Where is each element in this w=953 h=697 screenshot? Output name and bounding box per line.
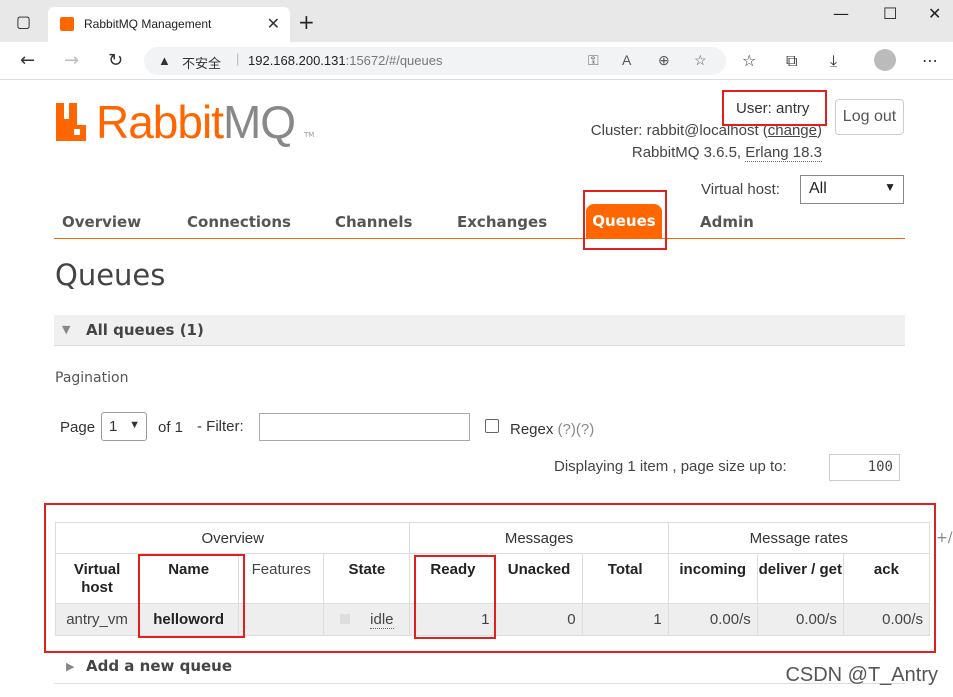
url-separator: | [236, 51, 240, 66]
url-text: 192.168.200.131:15672/#/queues [248, 53, 442, 68]
url-path: :15672/#/queues [345, 53, 443, 68]
watermark: CSDN @T_Antry [785, 664, 938, 686]
page-count: of 1 [158, 419, 184, 436]
tab-actions-icon[interactable]: ▢ [16, 12, 31, 31]
zoom-icon[interactable]: ⊕ [658, 52, 670, 69]
regex-help-link[interactable]: (?)(?) [558, 421, 595, 438]
profile-avatar[interactable] [874, 49, 896, 71]
browser-tab-bar: ▢ RabbitMQ Management ✕ + — ☐ ✕ [0, 0, 953, 42]
cluster-label: Cluster: [590, 122, 643, 139]
page-select[interactable]: 1 ▼ [101, 412, 147, 441]
forward-icon[interactable]: → [64, 50, 79, 71]
reload-icon[interactable]: ↻ [108, 50, 123, 71]
logout-button[interactable]: Log out [835, 99, 904, 135]
annotation-box-name [138, 554, 245, 638]
annotation-box-queues-tab [583, 190, 667, 250]
filter-input[interactable] [259, 413, 470, 441]
close-window-icon[interactable]: ✕ [928, 4, 941, 23]
main-menu: Overview Connections Channels Exchanges … [54, 200, 905, 239]
vhost-label: Virtual host: [701, 181, 780, 198]
annotation-box-ready [414, 555, 496, 639]
regex-label: Regex (?)(?) [510, 421, 594, 438]
address-bar-row: ← → ↻ ▲ 不安全 | 192.168.200.131:15672/#/qu… [0, 42, 953, 80]
expand-triangle-icon: ▶ [66, 660, 75, 673]
version-text: RabbitMQ 3.6.5, [631, 144, 742, 161]
close-tab-icon[interactable]: ✕ [267, 14, 280, 34]
chevron-down-icon: ▼ [884, 180, 896, 194]
minimize-icon[interactable]: — [833, 4, 849, 23]
browser-tab[interactable]: RabbitMQ Management ✕ [48, 7, 290, 42]
page-label: Page [60, 419, 96, 436]
pagination-label: Pagination [55, 370, 129, 386]
page-value: 1 [109, 418, 118, 435]
logo-trademark: TM [304, 131, 315, 139]
tab-title: RabbitMQ Management [84, 17, 212, 31]
logo-mq: MQ [222, 96, 296, 148]
key-icon[interactable]: ⚿ [588, 52, 599, 69]
tab-admin[interactable]: Admin [700, 213, 754, 231]
new-tab-icon[interactable]: + [298, 10, 315, 34]
filter-label: - Filter: [197, 418, 244, 435]
tab-exchanges[interactable]: Exchanges [457, 213, 547, 231]
add-queue-title: Add a new queue [86, 657, 233, 675]
tab-channels[interactable]: Channels [335, 213, 412, 231]
maximize-icon[interactable]: ☐ [883, 4, 897, 23]
add-queue-section-header[interactable]: ▶ Add a new queue [54, 654, 905, 684]
downloads-icon[interactable]: ⤓ [830, 51, 837, 71]
read-aloud-icon[interactable]: A [622, 52, 631, 68]
favorite-add-icon[interactable]: ☆ [694, 52, 707, 69]
all-queues-section-header[interactable]: ▼ All queues (1) [54, 315, 905, 346]
vhost-value: All [809, 180, 827, 197]
rabbitmq-favicon-icon [60, 17, 74, 31]
back-icon[interactable]: ← [20, 50, 35, 71]
url-field[interactable]: ▲ 不安全 | 192.168.200.131:15672/#/queues ⚿… [144, 47, 726, 75]
collections-icon[interactable]: ⧉ [786, 51, 797, 71]
collapse-triangle-icon: ▼ [62, 323, 71, 336]
favorites-icon[interactable]: ☆ [742, 51, 756, 70]
toggle-columns-link[interactable]: +/- [936, 530, 953, 546]
page-title: Queues [55, 258, 166, 292]
annotation-box-user [722, 90, 827, 126]
url-host: 192.168.200.131 [248, 53, 346, 68]
tab-connections[interactable]: Connections [187, 213, 291, 231]
page-size-input[interactable]: 100 [829, 454, 900, 481]
rabbit-logo-icon [56, 103, 86, 141]
displaying-text: Displaying 1 item , page size up to: [554, 458, 787, 475]
regex-text: Regex [510, 421, 554, 438]
erlang-version: Erlang 18.3 [745, 144, 822, 162]
regex-checkbox[interactable] [485, 419, 499, 433]
tab-overview[interactable]: Overview [62, 213, 141, 231]
section-title: All queues (1) [86, 321, 204, 339]
logo-rabbit: Rabbit [96, 96, 224, 148]
logo-wordmark: RabbitMQ [96, 95, 296, 149]
chevron-down-icon: ▼ [129, 419, 140, 431]
warning-icon: ▲ [158, 53, 171, 68]
version-info: RabbitMQ 3.6.5, Erlang 18.3 [631, 144, 822, 162]
more-menu-icon[interactable]: ⋯ [922, 51, 938, 70]
security-label: 不安全 [182, 56, 222, 71]
